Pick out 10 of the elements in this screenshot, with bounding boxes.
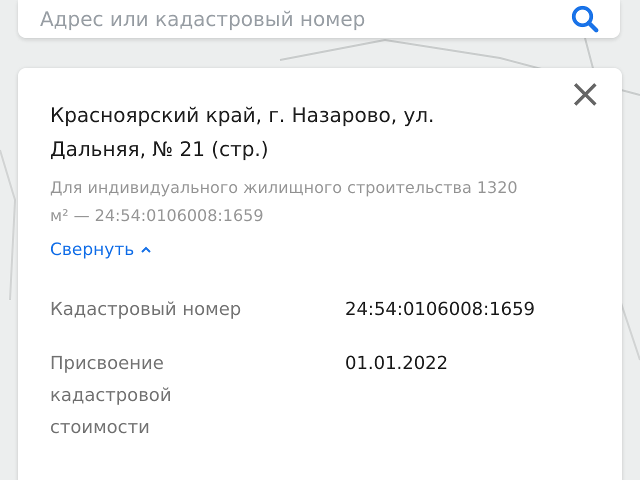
search-field[interactable]: Адрес или кадастровый номер (18, 0, 620, 38)
search-icon[interactable] (570, 4, 600, 34)
close-button[interactable]: × (562, 74, 608, 114)
detail-value: 01.01.2022 (345, 352, 448, 376)
detail-value: 24:54:0106008:1659 (345, 298, 535, 322)
detail-label: Присвоение кадастровой стоимости (50, 352, 173, 440)
detail-label: Кадастровый номер (50, 298, 242, 322)
address-title: Красноярский край, г. Назарово, ул. Дальняя, № 21 (стр.) (50, 102, 436, 163)
collapse-link[interactable]: Свернуть (50, 240, 152, 260)
plot-description: Для индивидуального жилищного строительства 1320 м² — 24:54:0106008:1659 (50, 177, 519, 227)
